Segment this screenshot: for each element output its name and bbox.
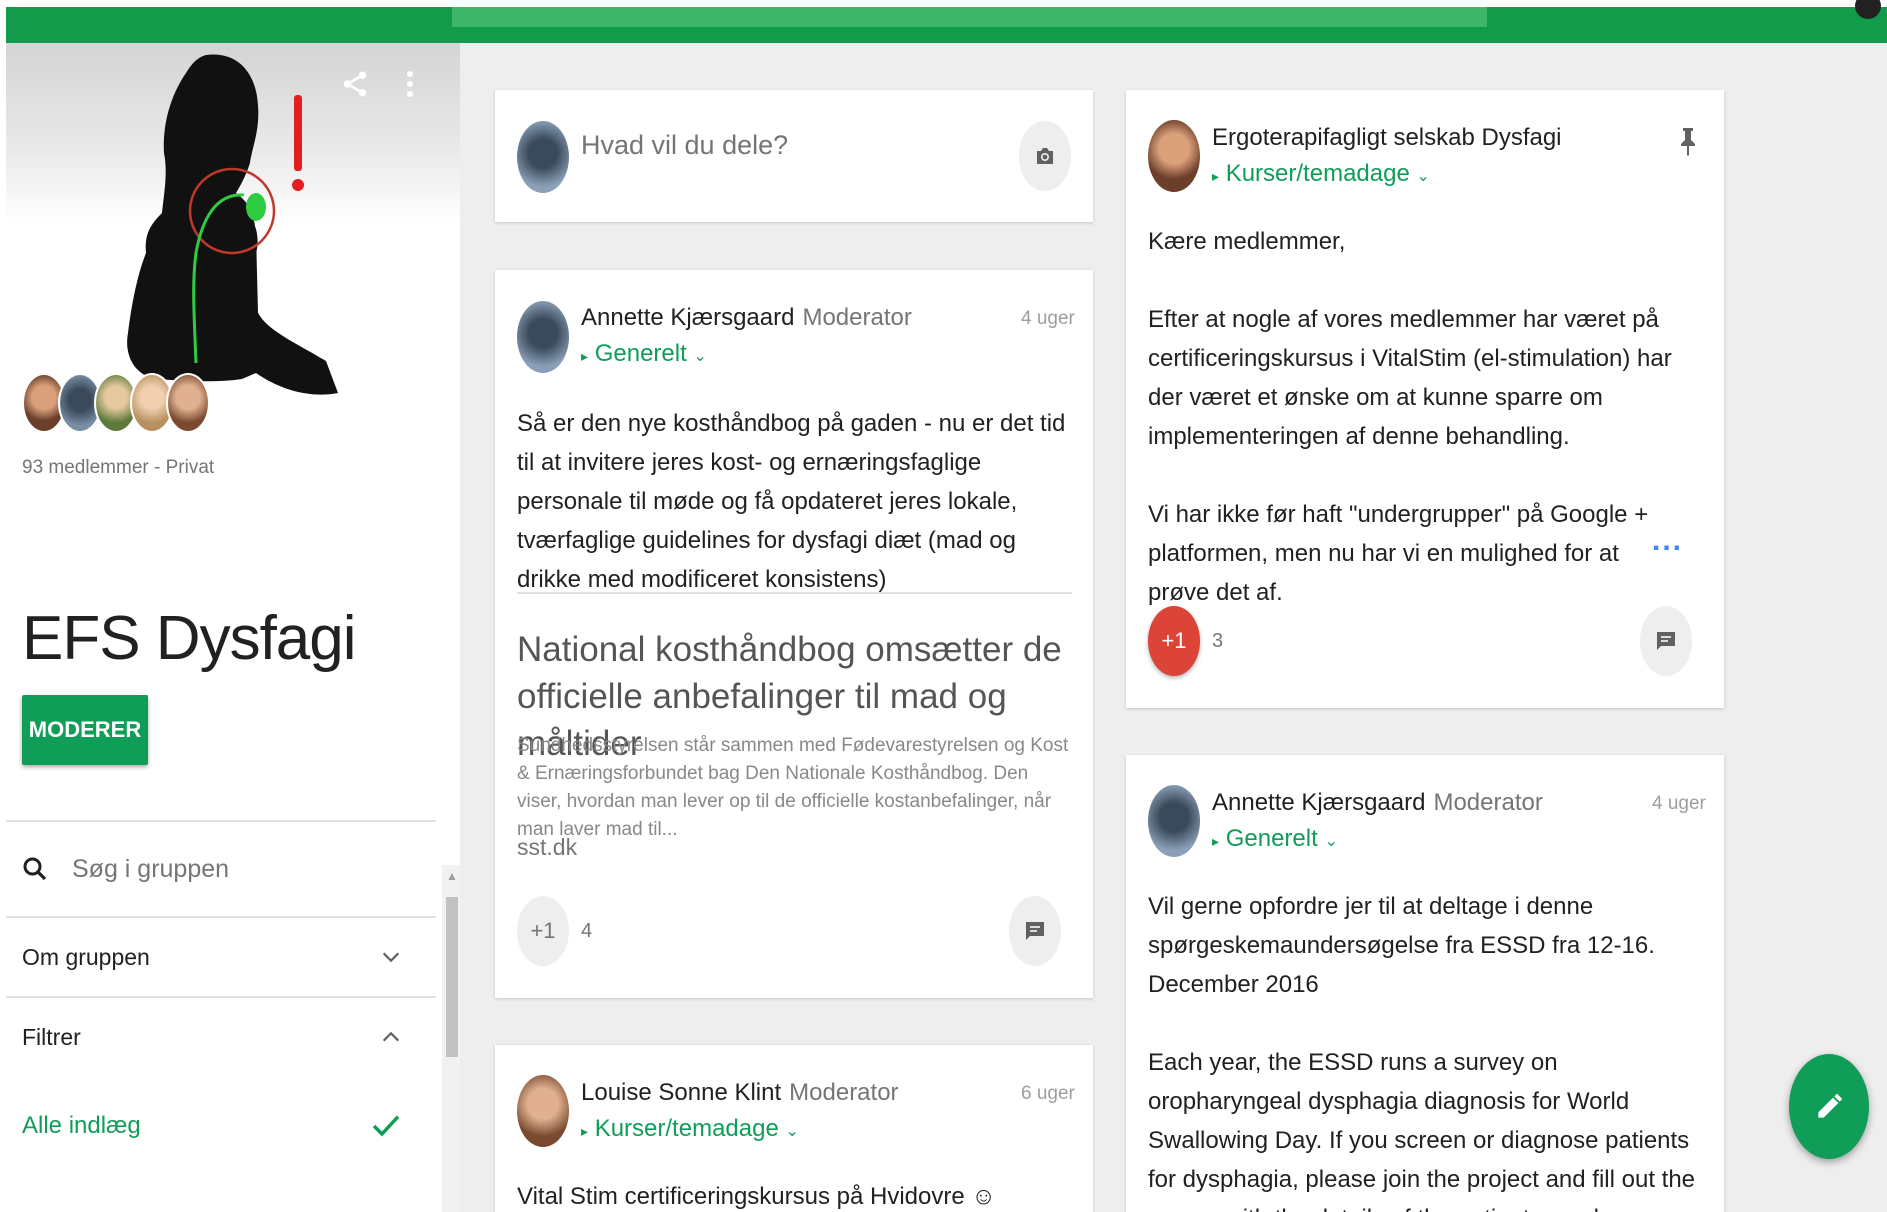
plus-one-count: 4 (581, 920, 593, 942)
about-group-label: Om gruppen (22, 943, 150, 970)
pin-icon[interactable] (1678, 126, 1698, 156)
comment-button[interactable] (1009, 896, 1061, 966)
post-body: Så er den nye kosthåndbog på gaden - nu … (517, 410, 1066, 593)
filter-all-posts-label: Alle indlæg (22, 1112, 141, 1139)
post-category[interactable]: ▸ Kurser/temadage ⌄ (581, 1115, 799, 1143)
post-card: Louise Sonne Klint Moderator ▸ Kurser/tem… (495, 1045, 1093, 1212)
camera-icon (1037, 148, 1053, 164)
share-composer-card[interactable] (495, 90, 1093, 222)
post-card: Annette Kjærsgaard Moderator ▸ Generelt ⌄… (495, 270, 1093, 998)
pinned-post-card: Ergoterapifagligt selskab Dysfagi ▸ Kurs… (1126, 90, 1724, 708)
plus-one-count: 3 (1212, 630, 1224, 652)
post-category[interactable]: ▸ Generelt ⌄ (581, 340, 707, 368)
author-avatar[interactable] (1148, 120, 1200, 192)
link-description: Sundhedsstyrelsen står sammen med Fødeva… (517, 735, 1069, 840)
filter-all-posts[interactable]: Alle indlæg (6, 1076, 436, 1176)
post-body-continued: Vi har ikke før haft "undergrupper" på G… (1148, 501, 1649, 606)
post-body-continued: Each year, the ESSD runs a survey on oro… (1148, 1049, 1696, 1212)
sidebar-menu: Om gruppen Filtrer Alle indlæg (6, 820, 436, 1176)
post-time[interactable]: 4 uger (1021, 308, 1075, 330)
category-label: Kurser/temadage (1225, 160, 1410, 187)
member-info: 93 medlemmer - Privat (22, 457, 215, 478)
group-search[interactable] (6, 822, 436, 916)
chevron-down-icon: ⌄ (1416, 168, 1430, 185)
post-greeting: Kære medlemmer, (1148, 228, 1346, 255)
chevron-down-icon (382, 952, 400, 963)
more-vert-icon[interactable] (406, 69, 446, 109)
scroll-up-arrow[interactable]: ▲ (446, 869, 458, 883)
comment-button[interactable] (1640, 606, 1692, 676)
post-author: Annette Kjærsgaard Moderator (581, 304, 912, 332)
post-card: Annette Kjærsgaard Moderator ▸ Generelt ⌄… (1126, 755, 1724, 1212)
camera-button[interactable] (1019, 121, 1071, 191)
post-author: Ergoterapifagligt selskab Dysfagi (1212, 124, 1562, 152)
sidebar-scrollbar[interactable]: ▲ ▼ (442, 865, 460, 1212)
plus-one-button[interactable]: +1 (1148, 606, 1200, 676)
chevron-down-icon: ⌄ (785, 1123, 799, 1140)
share-input[interactable] (581, 130, 961, 161)
check-icon (372, 1115, 400, 1137)
post-body: Vil gerne opfordre jer til at deltage i … (1148, 893, 1655, 998)
post-body: Efter at nogle af vores medlemmer har væ… (1148, 306, 1672, 450)
comment-icon (1026, 922, 1044, 940)
author-name[interactable]: Ergoterapifagligt selskab Dysfagi (1212, 124, 1562, 151)
chevron-up-icon (382, 1031, 400, 1042)
author-avatar[interactable] (517, 1075, 569, 1147)
author-role: Moderator (802, 304, 912, 331)
new-post-button[interactable] (1789, 1054, 1869, 1159)
author-avatar[interactable] (517, 301, 569, 373)
author-name[interactable]: Annette Kjærsgaard (1212, 789, 1425, 816)
post-author: Annette Kjærsgaard Moderator (1212, 789, 1543, 817)
chevron-down-icon: ⌄ (693, 348, 707, 365)
read-more-link[interactable]: ... (1652, 524, 1683, 558)
link-domain[interactable]: sst.dk (517, 834, 577, 861)
post-body: Vital Stim certificeringskursus på Hvido… (517, 1183, 996, 1210)
category-label: Generelt (1225, 825, 1318, 852)
scrollbar-thumb[interactable] (446, 897, 458, 1057)
post-time[interactable]: 4 uger (1652, 793, 1706, 815)
author-avatar[interactable] (1148, 785, 1200, 857)
group-search-input[interactable] (72, 854, 402, 884)
cover-illustration (127, 54, 338, 395)
author-name[interactable]: Louise Sonne Klint (581, 1079, 781, 1106)
filter-label: Filtrer (22, 1023, 81, 1050)
post-category[interactable]: ▸ Kurser/temadage ⌄ (1212, 160, 1430, 188)
search-icon (23, 857, 47, 881)
top-app-bar (6, 0, 1887, 43)
user-avatar (517, 121, 569, 193)
filter-expander[interactable]: Filtrer (6, 998, 436, 1076)
post-author: Louise Sonne Klint Moderator (581, 1079, 899, 1107)
group-title: EFS Dysfagi (22, 604, 357, 673)
group-cover-image (6, 43, 460, 433)
plus-one-button[interactable]: +1 (517, 896, 569, 966)
author-name[interactable]: Annette Kjærsgaard (581, 304, 794, 331)
post-category[interactable]: ▸ Generelt ⌄ (1212, 825, 1338, 853)
member-avatar[interactable] (166, 373, 210, 433)
comment-icon (1657, 632, 1675, 650)
category-label: Generelt (594, 340, 687, 367)
moderate-button[interactable]: MODERER (22, 695, 148, 765)
edit-icon (1818, 1093, 1843, 1118)
post-time[interactable]: 6 uger (1021, 1083, 1075, 1105)
divider (517, 592, 1072, 594)
author-role: Moderator (789, 1079, 899, 1106)
author-role: Moderator (1433, 789, 1543, 816)
account-avatar[interactable] (1855, 0, 1881, 19)
top-search-bar[interactable] (452, 7, 1487, 27)
chevron-down-icon: ⌄ (1324, 833, 1338, 850)
category-label: Kurser/temadage (594, 1115, 779, 1142)
group-sidebar: 93 medlemmer - Privat EFS Dysfagi MODERE… (6, 43, 460, 1212)
share-icon[interactable] (340, 69, 380, 109)
about-group-expander[interactable]: Om gruppen (6, 918, 436, 996)
